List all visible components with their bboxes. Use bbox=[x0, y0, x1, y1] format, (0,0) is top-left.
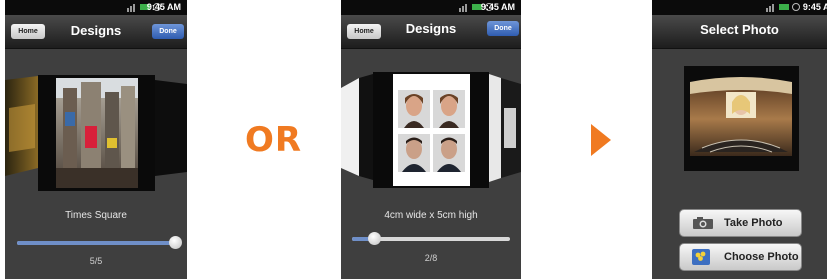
design-slider[interactable] bbox=[352, 232, 510, 245]
battery-icon bbox=[779, 4, 789, 10]
done-button[interactable]: Done bbox=[152, 24, 184, 39]
design-carousel[interactable] bbox=[5, 48, 187, 208]
choose-photo-label: Choose Photo bbox=[724, 251, 799, 263]
status-bar: 9:45 AM bbox=[652, 0, 827, 15]
status-time: 9:45 AM bbox=[146, 2, 181, 12]
phone-screen-designs-times-square: 9:45 AM Home Designs Done Times Square 5… bbox=[5, 0, 187, 279]
status-time: 9:45 AM bbox=[802, 2, 827, 12]
slider-knob[interactable] bbox=[169, 236, 182, 249]
nav-bar: Home Designs Done bbox=[341, 15, 521, 49]
design-counter: 5/5 bbox=[89, 256, 103, 266]
take-photo-button[interactable]: Take Photo bbox=[679, 209, 802, 237]
or-separator: OR bbox=[245, 120, 303, 160]
take-photo-label: Take Photo bbox=[724, 217, 783, 229]
previous-design-thumbnail bbox=[341, 78, 359, 176]
status-bar: 9:45 AM bbox=[341, 0, 521, 15]
alarm-icon bbox=[792, 3, 800, 11]
page-title: Select Photo bbox=[700, 22, 779, 37]
status-bar: 9:45 AM bbox=[5, 0, 187, 15]
design-counter: 2/8 bbox=[424, 253, 438, 263]
design-caption: 4cm wide x 5cm high bbox=[384, 210, 478, 221]
nav-bar: Select Photo bbox=[652, 15, 827, 49]
slider-fill bbox=[17, 241, 175, 245]
slider-knob[interactable] bbox=[368, 232, 382, 245]
nav-bar: Home Designs Done bbox=[5, 15, 187, 49]
done-button[interactable]: Done bbox=[487, 21, 519, 36]
design-caption: Times Square bbox=[65, 210, 127, 221]
photo-library-icon bbox=[692, 249, 710, 265]
camera-icon bbox=[693, 217, 713, 229]
status-time: 9:45 AM bbox=[480, 2, 515, 12]
selected-photo-preview bbox=[684, 66, 799, 171]
next-step-arrow-icon bbox=[591, 124, 611, 156]
choose-photo-button[interactable]: Choose Photo bbox=[679, 243, 802, 271]
design-carousel[interactable] bbox=[341, 48, 521, 208]
design-slider[interactable] bbox=[17, 236, 182, 249]
phone-screen-select-photo: 9:45 AM Select Photo Take Photo bbox=[652, 0, 827, 279]
phone-screen-designs-passport: 9:45 AM Home Designs Done 4cm wide x 5cm… bbox=[341, 0, 521, 279]
